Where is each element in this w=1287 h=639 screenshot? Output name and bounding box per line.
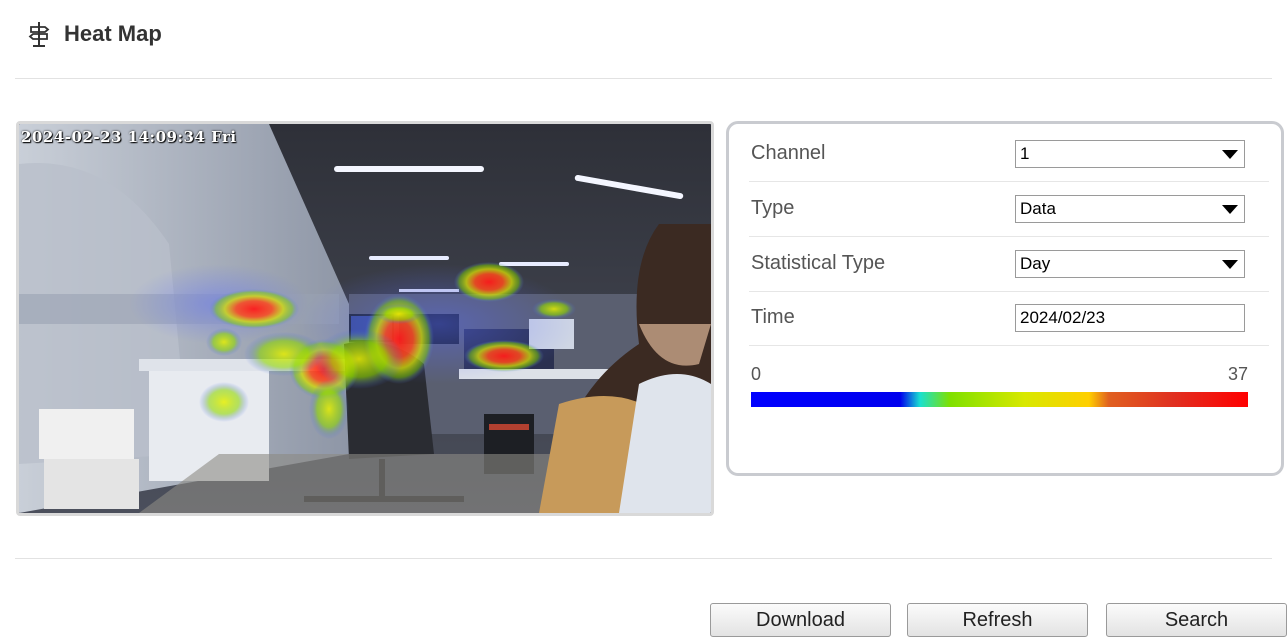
channel-label: Channel [751, 142, 826, 164]
statistical-type-row: Statistical Type Day [749, 238, 1269, 292]
type-select[interactable]: Data [1015, 195, 1245, 223]
page-header: Heat Map [28, 14, 162, 54]
channel-select[interactable]: 1 [1015, 140, 1245, 168]
camera-scene [19, 124, 711, 513]
footer-divider [15, 558, 1272, 559]
signpost-icon [28, 22, 50, 47]
header-divider [15, 78, 1272, 79]
time-row: Time 2024/02/23 [749, 292, 1269, 346]
dropdown-arrow-icon [1222, 260, 1238, 269]
type-select-value: Data [1020, 199, 1056, 218]
statistical-type-select-value: Day [1020, 254, 1051, 273]
statistical-type-select[interactable]: Day [1015, 250, 1245, 278]
channel-row: Channel 1 [749, 128, 1269, 182]
channel-select-value: 1 [1020, 144, 1030, 163]
type-label: Type [751, 197, 795, 219]
refresh-button[interactable]: Refresh [907, 603, 1088, 637]
statistical-type-label: Statistical Type [751, 252, 886, 274]
video-timestamp-overlay: 2024-02-23 14:09:34 Fri [21, 128, 237, 146]
scale-max-label: 37 [1227, 364, 1248, 384]
search-button[interactable]: Search [1106, 603, 1287, 637]
heatmap-settings-panel: Channel 1 Type Data Statistical Type Day… [726, 121, 1284, 476]
dropdown-arrow-icon [1222, 150, 1238, 159]
heatmap-video-preview: 2024-02-23 14:09:34 Fri [16, 121, 714, 516]
download-button[interactable]: Download [710, 603, 891, 637]
scale-min-label: 0 [751, 364, 762, 384]
time-label: Time [751, 306, 795, 328]
page-title: Heat Map [64, 21, 162, 46]
time-input[interactable]: 2024/02/23 [1015, 304, 1245, 332]
heat-gradient-bar [751, 392, 1248, 407]
type-row: Type Data [749, 183, 1269, 237]
dropdown-arrow-icon [1222, 205, 1238, 214]
